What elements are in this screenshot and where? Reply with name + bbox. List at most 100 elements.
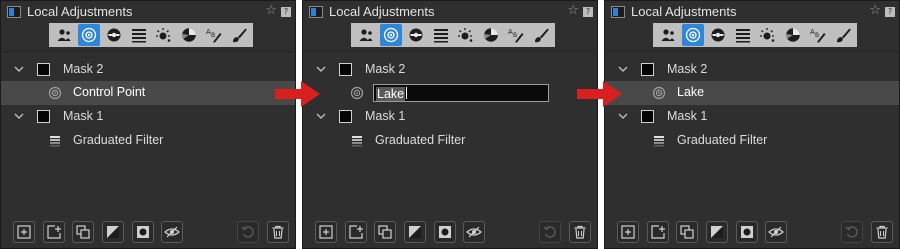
add-mask-button[interactable]	[617, 221, 639, 243]
svg-text:B: B	[513, 32, 517, 39]
layer-row-graduated-filter[interactable]: Graduated Filter	[303, 129, 597, 153]
add-layer-button[interactable]	[43, 221, 65, 243]
duplicate-button[interactable]	[374, 221, 396, 243]
chevron-down-icon[interactable]	[315, 63, 327, 75]
panel-titlebar: Local Adjustments ☆ ?	[303, 1, 597, 23]
delete-button[interactable]	[871, 221, 893, 243]
ab-brush-icon[interactable]: AB	[505, 24, 527, 46]
exposure-icon[interactable]	[405, 24, 427, 46]
control-point-icon	[350, 86, 364, 100]
chevron-down-icon[interactable]	[617, 63, 629, 75]
clarity-icon[interactable]	[757, 24, 779, 46]
layer-name: Lake	[677, 85, 705, 99]
invert-mask-button[interactable]	[102, 221, 124, 243]
exposure-icon[interactable]	[707, 24, 729, 46]
panel-title: Local Adjustments	[27, 4, 133, 19]
duplicate-button[interactable]	[676, 221, 698, 243]
delete-button[interactable]	[267, 221, 289, 243]
brush-icon[interactable]	[228, 24, 250, 46]
layer-row-lake[interactable]: Lake	[605, 81, 899, 105]
levels-icon[interactable]	[732, 24, 754, 46]
help-button[interactable]: ?	[583, 7, 593, 17]
duplicate-icon	[76, 225, 90, 239]
chevron-down-icon[interactable]	[617, 110, 629, 122]
mask-name: Mask 2	[63, 62, 104, 76]
mask-visibility-checkbox[interactable]	[641, 110, 654, 123]
separator	[1, 51, 295, 52]
portrait-icon[interactable]	[355, 24, 377, 46]
mask-visibility-checkbox[interactable]	[641, 63, 654, 76]
brush-icon[interactable]	[530, 24, 552, 46]
mask-visibility-checkbox[interactable]	[339, 110, 352, 123]
clarity-icon[interactable]	[153, 24, 175, 46]
panel-menu-icon[interactable]	[309, 6, 323, 18]
brush-icon[interactable]	[832, 24, 854, 46]
chevron-down-icon[interactable]	[13, 110, 25, 122]
hide-mask-button[interactable]	[161, 221, 183, 243]
mask-row-mask-1[interactable]: Mask 1	[1, 105, 295, 129]
duplicate-button[interactable]	[72, 221, 94, 243]
layer-row-control-point[interactable]: Control Point	[1, 81, 295, 105]
control-point-icon[interactable]	[77, 24, 100, 46]
layer-row-editing[interactable]: Lake	[303, 81, 597, 105]
hide-mask-button[interactable]	[765, 221, 787, 243]
exposure-icon[interactable]	[103, 24, 125, 46]
color-wheel-icon[interactable]	[178, 24, 200, 46]
favorite-star-icon[interactable]: ☆	[567, 3, 579, 18]
add-layer-button[interactable]	[647, 221, 669, 243]
bottom-toolbar	[605, 216, 899, 248]
mask-row-mask-1[interactable]: Mask 1	[303, 105, 597, 129]
graduated-filter-icon	[48, 134, 62, 148]
svg-text:B: B	[211, 32, 215, 39]
panel-titlebar: Local Adjustments ☆ ?	[605, 1, 899, 23]
mask-row-mask-2[interactable]: Mask 2	[1, 58, 295, 82]
mask-visibility-checkbox[interactable]	[37, 110, 50, 123]
mask-button[interactable]	[736, 221, 758, 243]
help-button[interactable]: ?	[281, 7, 291, 17]
layer-name-input[interactable]: Lake	[373, 84, 549, 102]
add-layer-button[interactable]	[345, 221, 367, 243]
help-button[interactable]: ?	[885, 7, 895, 17]
favorite-star-icon[interactable]: ☆	[869, 3, 881, 18]
ab-brush-icon[interactable]: AB	[807, 24, 829, 46]
mask-visibility-checkbox[interactable]	[37, 63, 50, 76]
favorite-star-icon[interactable]: ☆	[265, 3, 277, 18]
mask-button[interactable]	[132, 221, 154, 243]
mask-row-mask-1[interactable]: Mask 1	[605, 105, 899, 129]
invert-mask-button[interactable]	[404, 221, 426, 243]
ab-brush-icon[interactable]: AB	[203, 24, 225, 46]
hide-eye-icon	[768, 226, 784, 238]
add-mask-button[interactable]	[315, 221, 337, 243]
chevron-down-icon[interactable]	[13, 63, 25, 75]
mask-button[interactable]	[434, 221, 456, 243]
mask-name: Mask 2	[365, 62, 406, 76]
mask-circle-icon	[137, 226, 149, 238]
graduated-filter-icon	[350, 134, 364, 148]
chevron-down-icon[interactable]	[315, 110, 327, 122]
panel-menu-icon[interactable]	[611, 6, 625, 18]
levels-icon[interactable]	[128, 24, 150, 46]
right-arrow	[275, 81, 320, 107]
portrait-icon[interactable]	[53, 24, 75, 46]
levels-icon[interactable]	[430, 24, 452, 46]
control-point-icon[interactable]	[379, 24, 402, 46]
hide-mask-button[interactable]	[463, 221, 485, 243]
reset-button[interactable]	[841, 221, 863, 243]
add-mask-button[interactable]	[13, 221, 35, 243]
mask-visibility-checkbox[interactable]	[339, 63, 352, 76]
mask-row-mask-2[interactable]: Mask 2	[303, 58, 597, 82]
delete-button[interactable]	[569, 221, 591, 243]
reset-button[interactable]	[539, 221, 561, 243]
control-point-icon	[652, 86, 666, 100]
layer-row-graduated-filter[interactable]: Graduated Filter	[605, 129, 899, 153]
layer-row-graduated-filter[interactable]: Graduated Filter	[1, 129, 295, 153]
color-wheel-icon[interactable]	[480, 24, 502, 46]
mask-row-mask-2[interactable]: Mask 2	[605, 58, 899, 82]
panel-menu-icon[interactable]	[7, 6, 21, 18]
invert-mask-button[interactable]	[706, 221, 728, 243]
reset-button[interactable]	[237, 221, 259, 243]
color-wheel-icon[interactable]	[782, 24, 804, 46]
clarity-icon[interactable]	[455, 24, 477, 46]
control-point-icon[interactable]	[681, 24, 704, 46]
portrait-icon[interactable]	[657, 24, 679, 46]
